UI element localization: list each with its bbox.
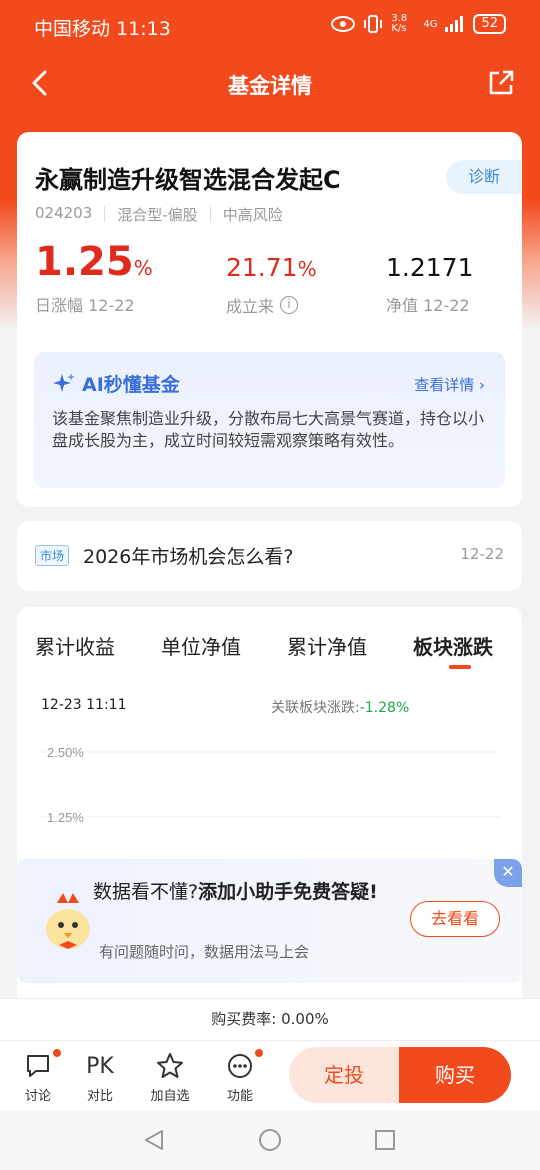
chevron-right-icon: ›: [479, 376, 485, 394]
battery-icon: 52: [473, 14, 506, 34]
purchase-buttons: 定投 购买: [289, 1047, 511, 1103]
tab-unit-nav[interactable]: 单位净值: [161, 631, 241, 660]
sector-change-readout: 关联板块涨跌:-1.28%: [271, 697, 409, 717]
ai-title-row: AI秒懂基金: [52, 370, 180, 397]
sip-button[interactable]: 定投: [289, 1047, 399, 1103]
sector-chart[interactable]: 2.50% 1.25%: [17, 727, 522, 867]
since-inception-label: 成立来: [226, 297, 275, 316]
eye-icon: [331, 16, 356, 32]
news-title: 2026年市场机会怎么看?: [83, 546, 294, 568]
ai-detail-link[interactable]: 查看详情 ›: [414, 374, 485, 395]
discuss-label: 讨论: [24, 1089, 51, 1104]
since-inception-label-row: 成立来 i: [226, 293, 317, 317]
mascot-icon: [46, 893, 90, 949]
sector-change-value: -1.28%: [359, 700, 410, 716]
nav-label: 净值 12-22: [386, 296, 470, 315]
go-see-button[interactable]: 去看看: [410, 901, 500, 937]
diagnose-button[interactable]: 诊断: [446, 160, 522, 194]
fund-risk: 中高风险: [222, 206, 283, 224]
day-change-number: 1.25: [35, 239, 134, 285]
fee-value: 0.00%: [281, 1010, 329, 1028]
add-watchlist-button[interactable]: 加自选: [145, 1051, 195, 1104]
fund-name: 永赢制造升级智选混合发起C: [35, 166, 341, 194]
sparkle-icon: [53, 372, 75, 392]
y-tick-label: 2.50%: [47, 745, 84, 760]
ai-detail-label: 查看详情: [414, 376, 475, 394]
info-icon[interactable]: i: [280, 296, 299, 314]
clock: 11:13: [116, 18, 171, 40]
helper-title-bold: 添加小助手免费答疑!: [198, 881, 378, 903]
since-inception-value: 21.71%: [226, 240, 317, 291]
star-icon: [157, 1053, 183, 1078]
fee-bar: 购买费率: 0.00%: [0, 998, 540, 1040]
helper-subtitle: 有问题随时问，数据用法马上会: [99, 943, 310, 961]
status-bar: 中国移动 11:13 3.8 K/s 4G 52: [0, 0, 540, 52]
ai-summary-box[interactable]: AI秒懂基金 查看详情 › 该基金聚焦制造业升级，分散布局七大高景气赛道，持仓以…: [34, 352, 505, 488]
news-item[interactable]: 市场 2026年市场机会怎么看? 12-22: [17, 521, 522, 591]
functions-button[interactable]: 功能: [215, 1047, 265, 1104]
news-date: 12-22: [460, 545, 504, 563]
close-icon[interactable]: ✕: [494, 859, 522, 887]
system-recents-icon[interactable]: [373, 1128, 397, 1152]
tab-sector-change[interactable]: 板块涨跌: [413, 631, 493, 660]
vibrate-icon: [364, 15, 383, 33]
chart-tabs: 累计收益 单位净值 累计净值 板块涨跌: [17, 627, 522, 677]
discuss-button[interactable]: 讨论: [13, 1047, 63, 1104]
chat-icon: [27, 1055, 49, 1077]
functions-icon-wrap: [215, 1047, 265, 1081]
discuss-icon-wrap: [13, 1047, 63, 1081]
more-icon: [228, 1054, 252, 1078]
bottom-action-bar: 讨论 PK 对比 加自选 功能 定投 购买: [0, 1040, 540, 1110]
helper-title: 数据看不懂?添加小助手免费答疑!: [93, 879, 413, 905]
signal-type: 4G: [423, 18, 438, 30]
since-inception-stat[interactable]: 21.71% 成立来 i: [226, 240, 317, 317]
nav-bar: 基金详情: [0, 56, 540, 112]
divider: [104, 206, 106, 222]
day-change-unit: %: [133, 256, 153, 280]
compare-button[interactable]: PK 对比: [75, 1051, 125, 1105]
carrier-name: 中国移动: [34, 18, 111, 40]
tab-cumulative-return[interactable]: 累计收益: [35, 631, 115, 660]
fee-label: 购买费率:: [211, 1010, 277, 1028]
day-change-stat: 1.25% 日涨幅 12-22: [35, 240, 153, 316]
system-nav-bar: [0, 1110, 540, 1170]
chart-timestamp: 12-23 11:11: [41, 697, 127, 713]
compare-label: 对比: [86, 1089, 113, 1104]
net-speed: 3.8 K/s: [391, 13, 408, 34]
status-carrier-time: 中国移动 11:13: [34, 14, 171, 41]
notification-dot: [253, 1047, 265, 1059]
fund-summary-card: 永赢制造升级智选混合发起C 诊断 024203 混合型-偏股 中高风险 1.25…: [17, 132, 522, 507]
watch-label: 加自选: [150, 1089, 190, 1104]
status-icons: 3.8 K/s 4G 52: [331, 14, 506, 34]
signal-icon: [445, 16, 464, 32]
active-tab-indicator: [449, 665, 471, 669]
y-tick-label: 1.25%: [47, 810, 84, 825]
share-icon[interactable]: [486, 68, 516, 98]
fund-code: 024203: [35, 204, 93, 222]
watch-icon-wrap: [145, 1051, 195, 1081]
nav-stat: 1.2171 净值 12-22: [386, 240, 473, 316]
ai-summary-text: 该基金聚焦制造业升级，分散布局七大高景气赛道，持仓以小盘成长股为主，成立时间较短…: [52, 409, 485, 450]
system-back-icon[interactable]: [142, 1128, 166, 1152]
functions-label: 功能: [226, 1089, 253, 1104]
day-change-value: 1.25%: [35, 240, 153, 290]
helper-popup[interactable]: ✕ 数据看不懂?添加小助手免费答疑! 有问题随时问，数据用法马上会 去看看: [17, 859, 522, 983]
buy-button[interactable]: 购买: [399, 1047, 511, 1103]
divider: [209, 206, 211, 222]
compare-icon: PK: [86, 1053, 114, 1079]
fund-meta: 024203 混合型-偏股 中高风险: [35, 204, 283, 225]
day-change-label: 日涨幅 12-22: [35, 296, 135, 315]
page-title: 基金详情: [228, 74, 312, 98]
helper-title-normal: 数据看不懂?: [93, 881, 199, 903]
ai-title: AI秒懂基金: [82, 374, 180, 396]
fund-type: 混合型-偏股: [117, 206, 198, 224]
sector-change-label: 关联板块涨跌:: [271, 700, 360, 716]
system-home-icon[interactable]: [258, 1128, 282, 1152]
nav-value: 1.2171: [386, 253, 474, 282]
tab-accumulated-nav[interactable]: 累计净值: [287, 631, 367, 660]
since-inception-unit: %: [297, 257, 317, 281]
notification-dot: [51, 1047, 63, 1059]
news-tag: 市场: [35, 545, 70, 566]
since-inception-number: 21.71: [226, 253, 298, 282]
